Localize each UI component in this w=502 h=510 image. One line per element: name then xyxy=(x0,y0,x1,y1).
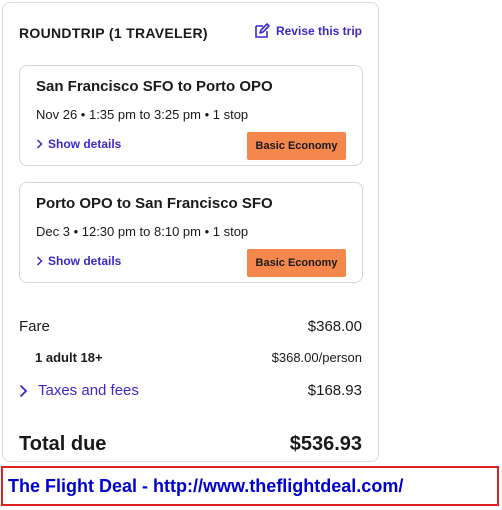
watermark-banner: The Flight Deal - http://www.theflightde… xyxy=(1,466,499,506)
chevron-right-icon xyxy=(19,384,28,397)
show-details-label: Show details xyxy=(48,137,122,151)
trip-type-heading: ROUNDTRIP (1 TRAVELER) xyxy=(19,25,208,41)
total-value: $536.93 xyxy=(289,433,362,455)
flight-card-outbound: San Francisco SFO to Porto OPO Nov 26 • … xyxy=(19,65,363,166)
revise-trip-link[interactable]: Revise this trip xyxy=(254,23,362,39)
total-label: Total due xyxy=(19,433,107,455)
fare-class-badge: Basic Economy xyxy=(247,249,346,277)
chevron-right-icon xyxy=(36,256,43,266)
revise-trip-label: Revise this trip xyxy=(275,24,362,38)
flight-route: San Francisco SFO to Porto OPO xyxy=(36,78,273,95)
flight-times: Nov 26 • 1:35 pm to 3:25 pm • 1 stop xyxy=(36,107,249,122)
show-details-label: Show details xyxy=(48,254,122,268)
taxes-row: Taxes and fees $168.93 xyxy=(19,382,362,399)
taxes-label: Taxes and fees xyxy=(38,382,139,399)
fare-value: $368.00 xyxy=(307,318,362,335)
flight-times: Dec 3 • 12:30 pm to 8:10 pm • 1 stop xyxy=(36,224,249,239)
flight-route: Porto OPO to San Francisco SFO xyxy=(36,195,273,212)
chevron-right-icon xyxy=(36,139,43,149)
adult-value: $368.00/person xyxy=(271,350,362,365)
watermark-text: The Flight Deal - http://www.theflightde… xyxy=(8,475,404,496)
total-row: Total due $536.93 xyxy=(19,433,362,456)
show-details-link[interactable]: Show details xyxy=(36,137,121,151)
trip-summary-panel: ROUNDTRIP (1 TRAVELER) Revise this trip … xyxy=(2,2,379,462)
fare-label: Fare xyxy=(19,318,50,335)
flight-card-return: Porto OPO to San Francisco SFO Dec 3 • 1… xyxy=(19,182,363,283)
fare-row: Fare $368.00 xyxy=(19,318,362,335)
adult-fare-row: 1 adult 18+ $368.00/person xyxy=(19,350,362,365)
fare-class-badge: Basic Economy xyxy=(247,132,346,160)
adult-label: 1 adult 18+ xyxy=(35,350,103,365)
edit-icon xyxy=(255,23,270,38)
show-details-link[interactable]: Show details xyxy=(36,254,121,268)
taxes-and-fees-toggle[interactable]: Taxes and fees xyxy=(19,382,139,399)
taxes-value: $168.93 xyxy=(307,382,362,399)
